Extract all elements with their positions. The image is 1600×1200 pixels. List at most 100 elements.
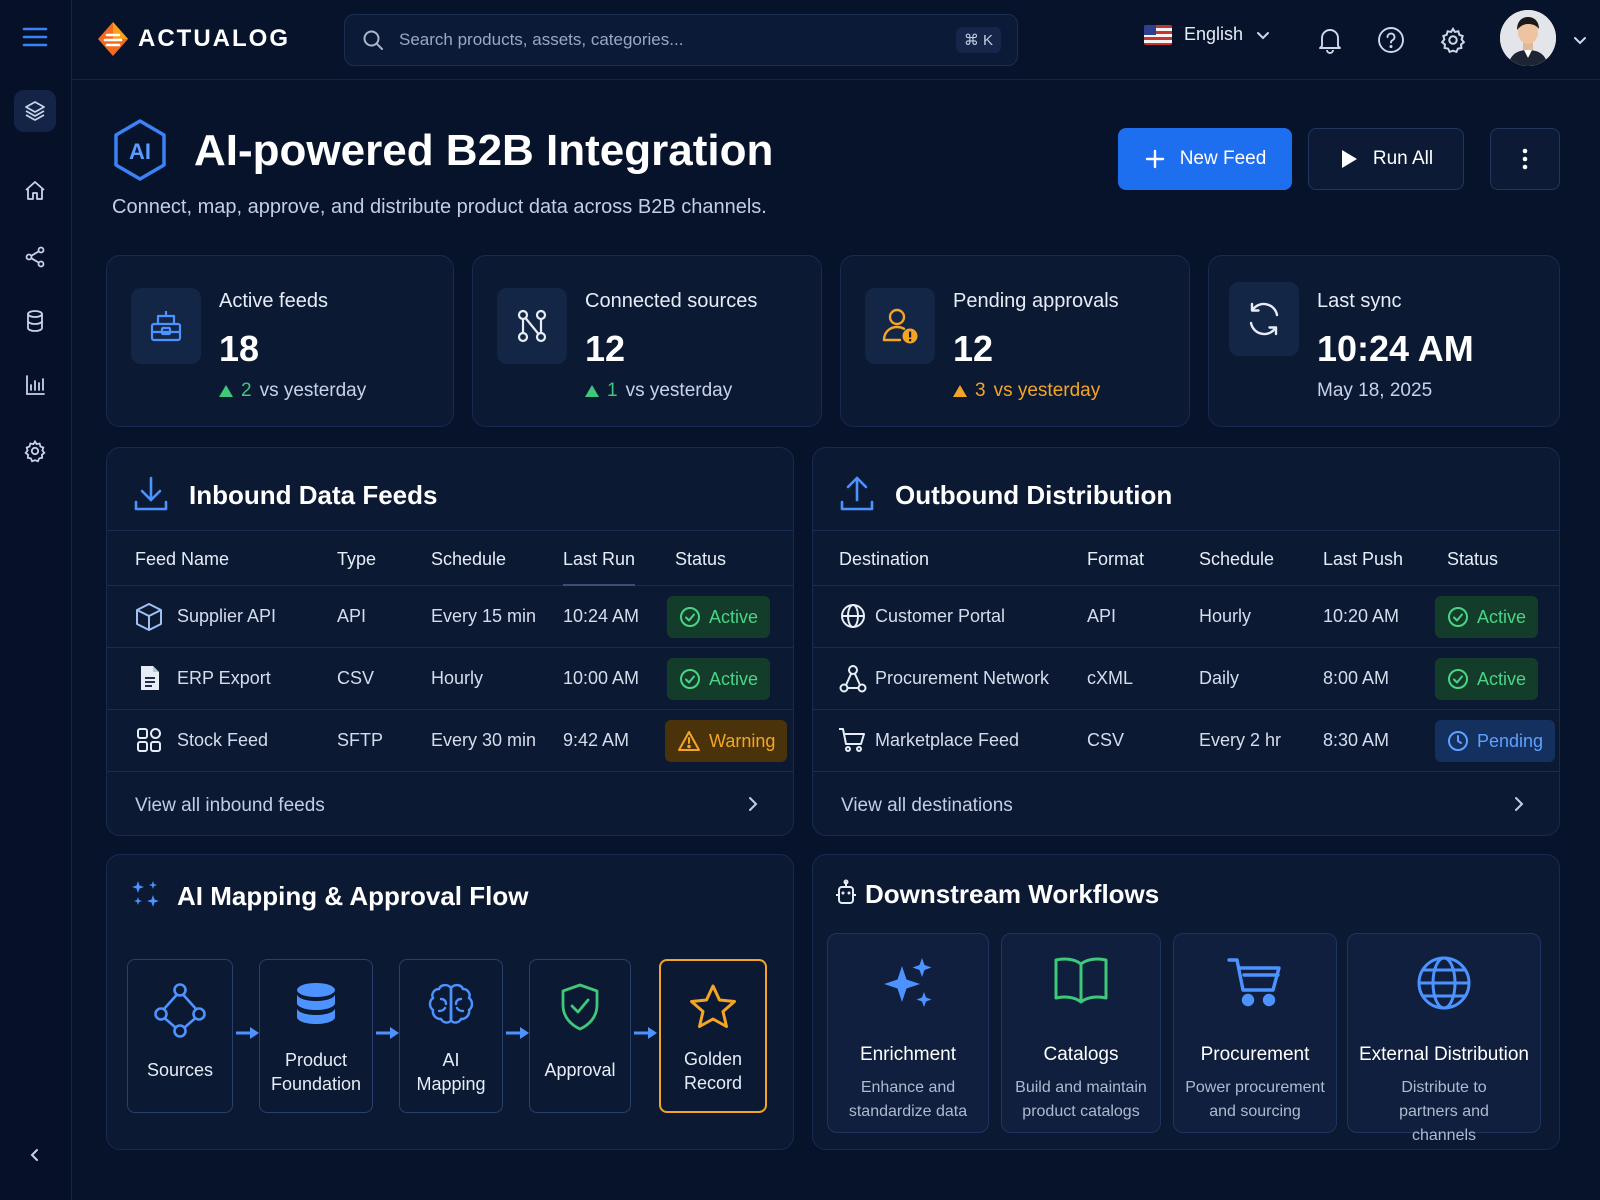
help-button[interactable]: [1375, 24, 1407, 56]
search-shortcut: ⌘ K: [955, 27, 1001, 53]
flow-step-label: AI: [442, 1050, 460, 1070]
globe-icon: [1417, 956, 1471, 1010]
feed-last-run: 10:24 AM: [563, 606, 640, 626]
hamburger-menu-icon[interactable]: [14, 16, 56, 58]
clock-icon: [1448, 731, 1468, 751]
stat-value: 12: [953, 328, 994, 369]
more-options-button[interactable]: [1490, 128, 1560, 190]
view-all-label: View all inbound feeds: [135, 795, 325, 816]
arrow-right-icon: [506, 1027, 529, 1039]
git-merge-icon: [497, 288, 567, 364]
search-bar[interactable]: ⌘ K: [344, 14, 1018, 66]
downstream-workflows-panel: Downstream Workflows Enrichment Enhance …: [812, 854, 1560, 1150]
workflow-card-catalogs[interactable]: Catalogs Build and maintain product cata…: [1001, 933, 1161, 1133]
ai-mapping-flow-panel: AI Mapping & Approval Flow Sources Produ…: [106, 854, 794, 1150]
column-header[interactable]: Feed Name: [135, 549, 229, 570]
check-circle-icon: [1448, 669, 1468, 689]
chart-icon: [26, 375, 45, 395]
cart-icon: [1227, 958, 1281, 1007]
destination-schedule: Daily: [1199, 668, 1240, 688]
column-header[interactable]: Type: [337, 549, 376, 570]
stat-delta-text: vs yesterday: [993, 380, 1101, 401]
view-all-inbound-link[interactable]: View all inbound feeds: [107, 775, 793, 835]
feed-name: ERP Export: [177, 668, 271, 688]
sidebar: [0, 0, 72, 1200]
feed-name: Stock Feed: [177, 730, 269, 750]
notifications-button[interactable]: [1314, 24, 1346, 56]
feed-last-run: 10:00 AM: [563, 668, 640, 688]
sidebar-item-database[interactable]: [14, 300, 56, 342]
run-all-button[interactable]: Run All: [1308, 128, 1464, 190]
panel-title: Downstream Workflows: [865, 879, 1160, 909]
sidebar-item-settings[interactable]: [14, 430, 56, 472]
column-header[interactable]: Last Push: [1323, 549, 1403, 570]
view-all-destinations-link[interactable]: View all destinations: [813, 775, 1559, 835]
check-circle-icon: [680, 607, 700, 627]
sidebar-item-analytics[interactable]: [14, 364, 56, 406]
column-header[interactable]: Status: [1447, 549, 1498, 570]
workflow-card-procurement[interactable]: Procurement Power procurement and sourci…: [1173, 933, 1337, 1133]
play-icon: [1341, 150, 1357, 168]
brain-icon: [428, 983, 474, 1024]
flow-step-approval[interactable]: Approval: [529, 959, 631, 1113]
search-input[interactable]: [399, 30, 942, 50]
brand-logo[interactable]: ACTUALOG: [96, 20, 290, 58]
feed-schedule: Every 15 min: [431, 606, 537, 626]
stat-card-active-feeds[interactable]: Active feeds 18 2 vs yesterday: [106, 255, 454, 427]
run-all-label: Run All: [1372, 148, 1434, 169]
status-label: Active: [1477, 668, 1527, 689]
account-chevron-down-icon[interactable]: [1572, 32, 1588, 48]
cube-icon: [136, 603, 162, 631]
column-header-sorted[interactable]: Last Run: [563, 549, 636, 586]
sidebar-item-share[interactable]: [14, 236, 56, 278]
table-row[interactable]: Marketplace Feed CSV Every 2 hr 8:30 AM …: [813, 710, 1559, 772]
sidebar-item-home[interactable]: [14, 170, 56, 212]
feed-name: Supplier API: [177, 606, 277, 626]
column-header[interactable]: Schedule: [1199, 549, 1274, 570]
flow-step-product-foundation[interactable]: Product Foundation: [259, 959, 373, 1113]
status-label: Active: [1477, 606, 1527, 627]
user-pending-icon: [865, 288, 935, 364]
language-selector[interactable]: English: [1144, 24, 1271, 45]
workflow-title: External Distribution: [1358, 1044, 1530, 1065]
flow-step-label: Approval: [544, 1060, 616, 1080]
destination-format: CSV: [1087, 730, 1125, 750]
network-icon: [839, 665, 867, 693]
stat-delta-text: vs yesterday: [625, 380, 733, 401]
collapse-sidebar-button[interactable]: [14, 1134, 56, 1176]
view-all-label: View all destinations: [841, 795, 1013, 816]
flow-step-label: Golden: [683, 1049, 743, 1069]
table-row[interactable]: Stock Feed SFTP Every 30 min 9:42 AM War…: [107, 710, 793, 772]
stat-card-connected-sources[interactable]: Connected sources 12 1 vs yesterday: [472, 255, 822, 427]
new-feed-button[interactable]: New Feed: [1118, 128, 1292, 190]
workflow-card-external-distribution[interactable]: External Distribution Distribute to part…: [1347, 933, 1541, 1144]
database-icon: [297, 983, 335, 1024]
column-header[interactable]: Format: [1087, 549, 1144, 570]
table-row[interactable]: Supplier API API Every 15 min 10:24 AM A…: [107, 586, 793, 648]
settings-button[interactable]: [1437, 24, 1469, 56]
stat-value: 10:24 AM: [1317, 328, 1474, 369]
flow-step-sources[interactable]: Sources: [127, 959, 233, 1113]
arrow-right-icon: [376, 1027, 399, 1039]
table-row[interactable]: Customer Portal API Hourly 10:20 AM Acti…: [813, 586, 1559, 648]
bell-icon: [1319, 29, 1341, 54]
status-label: Warning: [709, 730, 776, 751]
document-icon: [141, 666, 159, 690]
user-avatar[interactable]: [1500, 10, 1556, 66]
workflow-card-enrichment[interactable]: Enrichment Enhance and standardize data: [827, 933, 989, 1133]
flow-step-ai-mapping[interactable]: AI Mapping: [399, 959, 503, 1113]
sparkle-grid-icon: [132, 881, 159, 907]
sync-icon: [1229, 282, 1299, 356]
table-row[interactable]: ERP Export CSV Hourly 10:00 AM Active: [107, 648, 793, 710]
column-header[interactable]: Destination: [839, 549, 929, 570]
arrow-right-icon: [236, 1027, 259, 1039]
sidebar-item-layers[interactable]: [14, 90, 56, 132]
column-header[interactable]: Status: [675, 549, 726, 570]
inbound-feeds-panel: Inbound Data Feeds Feed Name Type Schedu…: [106, 447, 794, 836]
stat-card-pending-approvals[interactable]: Pending approvals 12 3 vs yesterday: [840, 255, 1190, 427]
workflow-title: Catalogs: [1043, 1044, 1119, 1065]
flow-step-golden-record[interactable]: Golden Record: [659, 959, 767, 1113]
stat-card-last-sync[interactable]: Last sync 10:24 AM May 18, 2025: [1208, 255, 1560, 427]
table-row[interactable]: Procurement Network cXML Daily 8:00 AM A…: [813, 648, 1559, 710]
column-header[interactable]: Schedule: [431, 549, 506, 570]
